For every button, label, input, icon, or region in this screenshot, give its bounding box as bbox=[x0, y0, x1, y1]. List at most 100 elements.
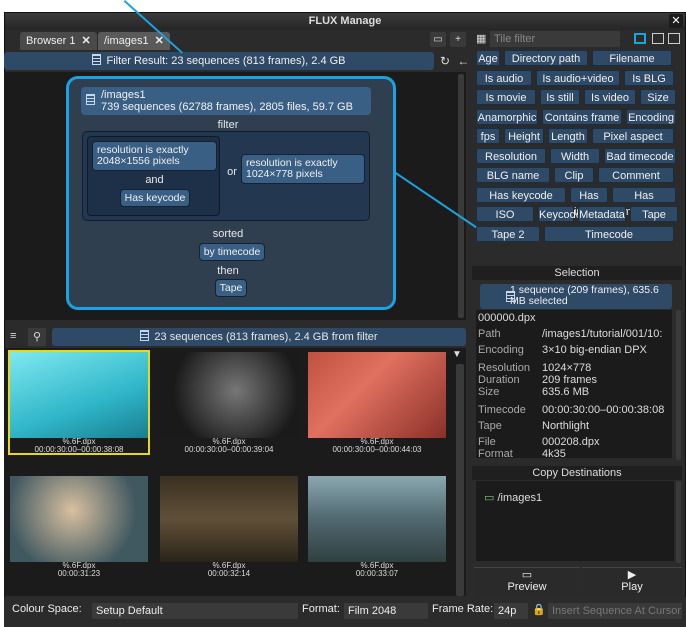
tag-button[interactable]: Contains frame bbox=[542, 108, 622, 125]
thumbnail-caption: %.6F.dpx 00:00:30:00–00:00:44:03 bbox=[308, 438, 446, 454]
layout-3-icon[interactable] bbox=[668, 33, 680, 44]
tag-button[interactable]: Is still bbox=[540, 89, 580, 105]
info-key: Duration bbox=[478, 374, 520, 386]
tag-button[interactable]: Timecode bbox=[544, 225, 674, 242]
thumbnail[interactable]: %.6F.dpx 00:00:31:23 bbox=[10, 476, 148, 578]
tag-button[interactable]: Pixel aspect ratio bbox=[592, 128, 674, 159]
query-source-title: /images1 bbox=[101, 89, 146, 101]
tag-button[interactable]: Resolution bbox=[476, 147, 546, 164]
thumbnail-timecode: 00:00:31:23 bbox=[57, 569, 101, 578]
tag-button[interactable]: Filename bbox=[592, 50, 672, 66]
sort-by-tape[interactable]: Tape bbox=[215, 279, 247, 297]
has-keycode-condition[interactable]: Has keycode bbox=[120, 189, 190, 207]
tag-button[interactable]: Width bbox=[550, 147, 600, 164]
or-label: or bbox=[227, 166, 237, 178]
destination-item[interactable]: ▭ /images1 bbox=[484, 491, 542, 504]
folder-icon[interactable]: ▭ bbox=[430, 32, 446, 47]
grid-icon[interactable]: ▦ bbox=[476, 33, 488, 45]
tag-button[interactable]: Length bbox=[548, 128, 588, 144]
format-select[interactable]: Film 2048 bbox=[344, 603, 428, 619]
lock-icon[interactable]: 🔒 bbox=[532, 603, 546, 616]
tag-button[interactable]: Size bbox=[640, 89, 676, 105]
tag-button[interactable]: Is video bbox=[584, 89, 636, 105]
tag-button[interactable]: Encoding bbox=[626, 108, 676, 125]
tag-button[interactable]: BLG name bbox=[476, 167, 550, 183]
copy-destinations-header: Copy Destinations bbox=[472, 466, 682, 480]
pin-icon[interactable]: ⚲ bbox=[28, 328, 46, 346]
query-scrollbar[interactable] bbox=[458, 74, 464, 318]
tab-label: /images1 bbox=[104, 35, 149, 47]
destination-label: /images1 bbox=[497, 492, 543, 504]
frame-rate-select[interactable]: 24p bbox=[494, 603, 528, 619]
tag-button[interactable]: Metadata bbox=[578, 206, 626, 222]
thumbnail-caption: %.6F.dpx 00:00:33:07 bbox=[308, 562, 446, 578]
insert-sequence-button[interactable]: Insert Sequence At Cursor bbox=[548, 603, 682, 619]
selection-header: Selection bbox=[472, 266, 682, 280]
query-builder: /images1 739 sequences (62788 frames), 2… bbox=[66, 76, 396, 310]
tile-filter-input[interactable]: Tile filter bbox=[490, 31, 620, 47]
tab-images1[interactable]: /images1 ✕ bbox=[98, 32, 170, 50]
thumbnail[interactable]: %.6F.dpx 00:00:30:00–00:00:39:04 bbox=[160, 352, 298, 454]
filter-or-group: resolution is exactly 2048×1556 pixels a… bbox=[82, 131, 370, 221]
tab-close-icon[interactable]: ✕ bbox=[82, 35, 91, 47]
tag-button[interactable]: Tape bbox=[630, 206, 678, 222]
format-label: Format: bbox=[302, 603, 340, 615]
info-value: 3×10 big-endian DPX bbox=[542, 344, 647, 356]
tag-button[interactable]: Is BLG bbox=[624, 69, 674, 86]
layout-1-icon[interactable] bbox=[634, 33, 646, 44]
tag-button[interactable]: Is audio bbox=[476, 69, 532, 86]
tag-button[interactable]: ISO bbox=[476, 206, 534, 222]
tag-button[interactable]: fps bbox=[476, 128, 500, 144]
tag-button[interactable]: Tape 2 bbox=[476, 225, 540, 242]
info-scrollbar[interactable] bbox=[676, 310, 681, 460]
tag-button[interactable]: Has timecode 2 bbox=[612, 186, 676, 218]
tag-button[interactable]: Anamorphic bbox=[476, 108, 538, 125]
thumbnail[interactable]: %.6F.dpx 00:00:33:07 bbox=[308, 476, 446, 578]
query-source[interactable]: /images1 739 sequences (62788 frames), 2… bbox=[81, 87, 371, 115]
refresh-icon[interactable]: ↻ bbox=[440, 54, 450, 68]
tag-button[interactable]: Is audio+video bbox=[536, 69, 620, 86]
selection-summary[interactable]: 1 sequence (209 frames), 635.6 MB select… bbox=[480, 284, 672, 309]
tag-button[interactable]: Has timecode bbox=[570, 186, 616, 218]
film-icon bbox=[92, 54, 102, 65]
resolution-2048-condition[interactable]: resolution is exactly 2048×1556 pixels bbox=[92, 141, 217, 171]
back-icon[interactable]: ← bbox=[457, 54, 469, 68]
tag-button[interactable]: Height bbox=[504, 128, 544, 144]
add-tab-icon[interactable]: + bbox=[450, 32, 466, 47]
colour-space-select[interactable]: Setup Default bbox=[92, 603, 298, 619]
tag-button[interactable]: Age bbox=[476, 50, 500, 66]
info-key: Resolution bbox=[478, 362, 530, 374]
tab-browser-1[interactable]: Browser 1 ✕ bbox=[20, 32, 97, 50]
layout-2-icon[interactable] bbox=[652, 33, 664, 44]
play-icon: ▶ bbox=[627, 569, 637, 581]
list-icon[interactable]: ≡ bbox=[10, 330, 24, 344]
tag-button[interactable]: Directory path bbox=[504, 50, 588, 66]
dest-scrollbar[interactable] bbox=[676, 481, 681, 563]
preview-button[interactable]: ▭ Preview bbox=[474, 567, 580, 595]
tag-button[interactable]: Has keycode bbox=[476, 186, 566, 203]
nav-buttons: ↻ ← → bbox=[440, 52, 470, 86]
thumbnail-image bbox=[308, 476, 446, 562]
then-label: then bbox=[217, 265, 239, 277]
selection-summary-text: 1 sequence (209 frames), 635.6 MB select… bbox=[510, 284, 659, 307]
tag-button[interactable]: Is movie bbox=[476, 89, 536, 105]
thumbnail-caption: %.6F.dpx 00:00:30:00–00:00:39:04 bbox=[160, 438, 298, 454]
tag-button[interactable]: Bad timecode bbox=[604, 147, 676, 164]
thumbnail-image bbox=[160, 476, 298, 562]
play-label: Play bbox=[621, 581, 643, 593]
sort-by-timecode[interactable]: by timecode bbox=[199, 243, 265, 261]
filter-dropdown-icon[interactable]: ▼ bbox=[452, 349, 464, 361]
colour-space-label: Colour Space: bbox=[12, 603, 82, 615]
thumbnail[interactable]: %.6F.dpx 00:00:30:00–00:00:38:08 bbox=[8, 350, 150, 455]
grid-scrollbar[interactable] bbox=[456, 364, 464, 596]
tag-button[interactable]: Keycode bbox=[538, 206, 582, 222]
thumbnail-image bbox=[160, 352, 298, 438]
tag-button[interactable]: Clip bbox=[554, 167, 594, 183]
close-window-button[interactable]: ✕ bbox=[669, 14, 683, 28]
info-value: 4k35 bbox=[542, 448, 566, 460]
thumbnail[interactable]: %.6F.dpx 00:00:32:14 bbox=[160, 476, 298, 578]
resolution-1024-condition[interactable]: resolution is exactly 1024×778 pixels bbox=[241, 154, 365, 184]
thumbnail[interactable]: %.6F.dpx 00:00:30:00–00:00:44:03 bbox=[308, 352, 446, 454]
tag-button[interactable]: Comment bbox=[598, 167, 674, 183]
play-button[interactable]: ▶ Play bbox=[582, 567, 682, 595]
